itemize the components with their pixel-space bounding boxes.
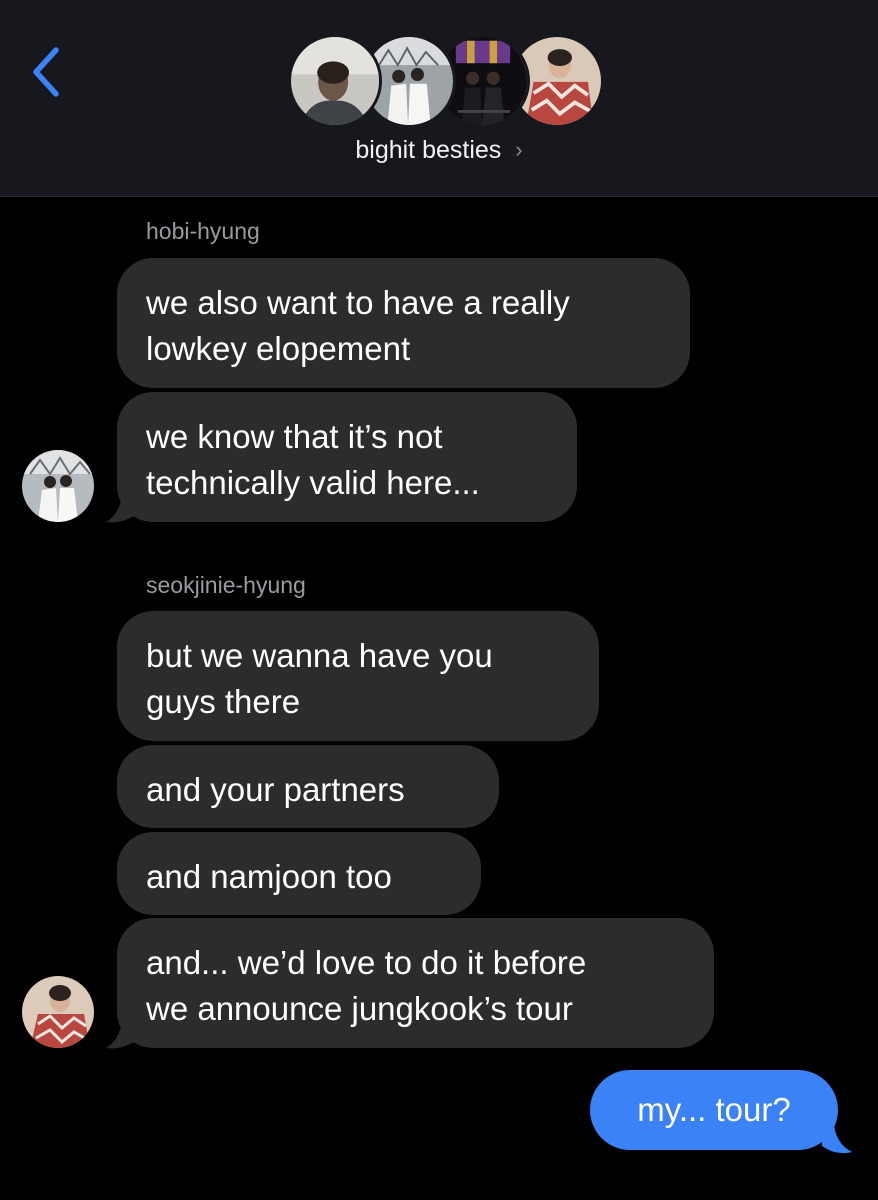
outgoing-message-bubble[interactable]: my... tour? <box>590 1070 838 1150</box>
message-bubble[interactable]: and... we’d love to do it before we anno… <box>117 918 714 1048</box>
message-line: and... we’d love to do it before <box>146 944 587 981</box>
message-line: my... tour? <box>637 1091 791 1128</box>
sender-avatar[interactable] <box>22 450 94 522</box>
message-line: guys there <box>146 683 301 720</box>
message-line: we also want to have a really <box>146 284 570 321</box>
bubble-tail <box>106 494 134 523</box>
message-bubble[interactable]: but we wanna have you guys there <box>117 611 599 741</box>
message-line: technically valid here... <box>146 464 480 501</box>
sender-name: hobi-hyung <box>146 218 260 244</box>
message-bubble[interactable]: and namjoon too <box>117 832 481 915</box>
message-line: we announce jungkook’s tour <box>146 990 573 1027</box>
bubble-tail <box>106 1020 134 1049</box>
conversation-header: bighit besties › <box>0 0 878 197</box>
group-name-button[interactable]: bighit besties › <box>0 136 878 165</box>
message-line: we know that it’s not <box>146 418 443 455</box>
member-avatar <box>288 34 382 128</box>
bubble-tail <box>822 1124 852 1154</box>
sender-name: seokjinie-hyung <box>146 572 306 598</box>
back-button[interactable] <box>26 42 66 102</box>
message-bubble[interactable]: we also want to have a really lowkey elo… <box>117 258 690 388</box>
message-line: and namjoon too <box>146 858 392 895</box>
message-bubble[interactable]: we know that it’s not technically valid … <box>117 392 577 522</box>
group-name: bighit besties <box>355 136 502 164</box>
chevron-right-icon: › <box>515 137 523 162</box>
message-line: and your partners <box>146 771 405 808</box>
message-line: but we wanna have you <box>146 637 493 674</box>
message-bubble[interactable]: and your partners <box>117 745 499 828</box>
group-avatars[interactable] <box>288 34 604 130</box>
sender-avatar[interactable] <box>22 976 94 1048</box>
message-line: lowkey elopement <box>146 330 411 367</box>
chevron-left-icon <box>33 47 59 97</box>
